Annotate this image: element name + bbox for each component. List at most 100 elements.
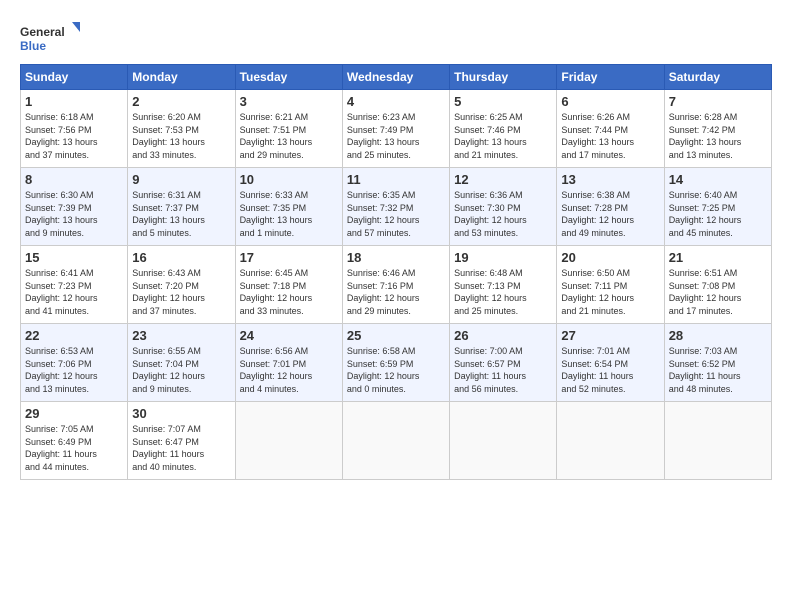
calendar-cell: 15Sunrise: 6:41 AMSunset: 7:23 PMDayligh… [21, 246, 128, 324]
calendar: SundayMondayTuesdayWednesdayThursdayFrid… [20, 64, 772, 480]
day-number: 24 [240, 328, 338, 343]
day-header: Sunday [21, 65, 128, 90]
calendar-cell: 14 Sunrise: 6:40 AMSunset: 7:25 PMDayligh… [664, 168, 771, 246]
day-number: 9 [132, 172, 230, 187]
calendar-cell: 22 Sunrise: 6:53 AMSunset: 7:06 PMDayligh… [21, 324, 128, 402]
day-info: Sunrise: 6:43 AMSunset: 7:20 PMDaylight:… [132, 268, 205, 316]
day-info: Sunrise: 6:23 AMSunset: 7:49 PMDaylight:… [347, 112, 420, 160]
day-info: Sunrise: 6:25 AMSunset: 7:46 PMDaylight:… [454, 112, 527, 160]
day-number: 20 [561, 250, 659, 265]
day-number: 29 [25, 406, 123, 421]
day-number: 21 [669, 250, 767, 265]
day-info: Sunrise: 6:18 AMSunset: 7:56 PMDaylight:… [25, 112, 98, 160]
day-info: Sunrise: 6:53 AMSunset: 7:06 PMDaylight:… [25, 346, 98, 394]
calendar-cell: 26 Sunrise: 7:00 AMSunset: 6:57 PMDayligh… [450, 324, 557, 402]
day-info: Sunrise: 6:51 AMSunset: 7:08 PMDaylight:… [669, 268, 742, 316]
day-header: Monday [128, 65, 235, 90]
calendar-cell: 20 Sunrise: 6:50 AMSunset: 7:11 PMDayligh… [557, 246, 664, 324]
day-info: Sunrise: 7:00 AMSunset: 6:57 PMDaylight:… [454, 346, 526, 394]
calendar-cell: 11 Sunrise: 6:35 AMSunset: 7:32 PMDayligh… [342, 168, 449, 246]
day-info: Sunrise: 6:35 AMSunset: 7:32 PMDaylight:… [347, 190, 420, 238]
calendar-cell: 19 Sunrise: 6:48 AMSunset: 7:13 PMDayligh… [450, 246, 557, 324]
day-info: Sunrise: 6:26 AMSunset: 7:44 PMDaylight:… [561, 112, 634, 160]
day-number: 22 [25, 328, 123, 343]
day-number: 1 [25, 94, 123, 109]
calendar-cell [664, 402, 771, 480]
day-number: 7 [669, 94, 767, 109]
calendar-cell: 25 Sunrise: 6:58 AMSunset: 6:59 PMDayligh… [342, 324, 449, 402]
calendar-cell: 7 Sunrise: 6:28 AMSunset: 7:42 PMDaylight… [664, 90, 771, 168]
calendar-cell: 21 Sunrise: 6:51 AMSunset: 7:08 PMDayligh… [664, 246, 771, 324]
day-number: 26 [454, 328, 552, 343]
logo: General Blue [20, 22, 80, 58]
day-number: 2 [132, 94, 230, 109]
day-info: Sunrise: 6:41 AMSunset: 7:23 PMDaylight:… [25, 268, 98, 316]
calendar-cell: 9 Sunrise: 6:31 AMSunset: 7:37 PMDaylight… [128, 168, 235, 246]
day-info: Sunrise: 7:01 AMSunset: 6:54 PMDaylight:… [561, 346, 633, 394]
day-info: Sunrise: 6:28 AMSunset: 7:42 PMDaylight:… [669, 112, 742, 160]
calendar-cell: 17 Sunrise: 6:45 AMSunset: 7:18 PMDayligh… [235, 246, 342, 324]
calendar-cell: 1 Sunrise: 6:18 AMSunset: 7:56 PMDaylight… [21, 90, 128, 168]
day-number: 12 [454, 172, 552, 187]
calendar-cell: 18 Sunrise: 6:46 AMSunset: 7:16 PMDayligh… [342, 246, 449, 324]
calendar-cell: 23 Sunrise: 6:55 AMSunset: 7:04 PMDayligh… [128, 324, 235, 402]
calendar-cell: 4 Sunrise: 6:23 AMSunset: 7:49 PMDaylight… [342, 90, 449, 168]
day-number: 17 [240, 250, 338, 265]
day-number: 14 [669, 172, 767, 187]
day-info: Sunrise: 6:31 AMSunset: 7:37 PMDaylight:… [132, 190, 205, 238]
calendar-cell: 24Sunrise: 6:56 AMSunset: 7:01 PMDayligh… [235, 324, 342, 402]
day-info: Sunrise: 6:20 AMSunset: 7:53 PMDaylight:… [132, 112, 205, 160]
day-number: 23 [132, 328, 230, 343]
day-info: Sunrise: 6:48 AMSunset: 7:13 PMDaylight:… [454, 268, 527, 316]
calendar-cell: 30 Sunrise: 7:07 AMSunset: 6:47 PMDayligh… [128, 402, 235, 480]
day-number: 28 [669, 328, 767, 343]
day-number: 6 [561, 94, 659, 109]
day-info: Sunrise: 6:33 AMSunset: 7:35 PMDaylight:… [240, 190, 313, 238]
day-number: 25 [347, 328, 445, 343]
calendar-header: SundayMondayTuesdayWednesdayThursdayFrid… [21, 65, 772, 90]
calendar-cell [450, 402, 557, 480]
calendar-cell: 2 Sunrise: 6:20 AMSunset: 7:53 PMDaylight… [128, 90, 235, 168]
day-number: 16 [132, 250, 230, 265]
calendar-cell [235, 402, 342, 480]
day-number: 27 [561, 328, 659, 343]
day-number: 13 [561, 172, 659, 187]
day-info: Sunrise: 7:07 AMSunset: 6:47 PMDaylight:… [132, 424, 204, 472]
day-number: 30 [132, 406, 230, 421]
day-number: 4 [347, 94, 445, 109]
calendar-cell: 8Sunrise: 6:30 AMSunset: 7:39 PMDaylight… [21, 168, 128, 246]
day-header: Thursday [450, 65, 557, 90]
day-info: Sunrise: 6:45 AMSunset: 7:18 PMDaylight:… [240, 268, 313, 316]
day-number: 8 [25, 172, 123, 187]
calendar-week: 22 Sunrise: 6:53 AMSunset: 7:06 PMDayligh… [21, 324, 772, 402]
day-number: 3 [240, 94, 338, 109]
svg-text:General: General [20, 25, 65, 39]
day-info: Sunrise: 7:05 AMSunset: 6:49 PMDaylight:… [25, 424, 97, 472]
day-info: Sunrise: 6:58 AMSunset: 6:59 PMDaylight:… [347, 346, 420, 394]
day-number: 19 [454, 250, 552, 265]
calendar-cell: 29 Sunrise: 7:05 AMSunset: 6:49 PMDayligh… [21, 402, 128, 480]
calendar-cell: 10 Sunrise: 6:33 AMSunset: 7:35 PMDayligh… [235, 168, 342, 246]
calendar-cell: 6 Sunrise: 6:26 AMSunset: 7:44 PMDaylight… [557, 90, 664, 168]
calendar-week: 29 Sunrise: 7:05 AMSunset: 6:49 PMDayligh… [21, 402, 772, 480]
day-info: Sunrise: 6:40 AMSunset: 7:25 PMDaylight:… [669, 190, 742, 238]
calendar-cell [557, 402, 664, 480]
day-info: Sunrise: 6:46 AMSunset: 7:16 PMDaylight:… [347, 268, 420, 316]
calendar-cell: 27 Sunrise: 7:01 AMSunset: 6:54 PMDayligh… [557, 324, 664, 402]
day-info: Sunrise: 6:38 AMSunset: 7:28 PMDaylight:… [561, 190, 634, 238]
calendar-week: 15Sunrise: 6:41 AMSunset: 7:23 PMDayligh… [21, 246, 772, 324]
day-info: Sunrise: 6:36 AMSunset: 7:30 PMDaylight:… [454, 190, 527, 238]
day-number: 18 [347, 250, 445, 265]
day-info: Sunrise: 7:03 AMSunset: 6:52 PMDaylight:… [669, 346, 741, 394]
svg-text:Blue: Blue [20, 39, 46, 53]
day-number: 10 [240, 172, 338, 187]
calendar-cell: 5Sunrise: 6:25 AMSunset: 7:46 PMDaylight… [450, 90, 557, 168]
day-header: Friday [557, 65, 664, 90]
day-info: Sunrise: 6:55 AMSunset: 7:04 PMDaylight:… [132, 346, 205, 394]
day-info: Sunrise: 6:50 AMSunset: 7:11 PMDaylight:… [561, 268, 634, 316]
day-number: 11 [347, 172, 445, 187]
day-header: Wednesday [342, 65, 449, 90]
calendar-body: 1 Sunrise: 6:18 AMSunset: 7:56 PMDaylight… [21, 90, 772, 480]
calendar-cell: 12 Sunrise: 6:36 AMSunset: 7:30 PMDayligh… [450, 168, 557, 246]
day-info: Sunrise: 6:21 AMSunset: 7:51 PMDaylight:… [240, 112, 313, 160]
